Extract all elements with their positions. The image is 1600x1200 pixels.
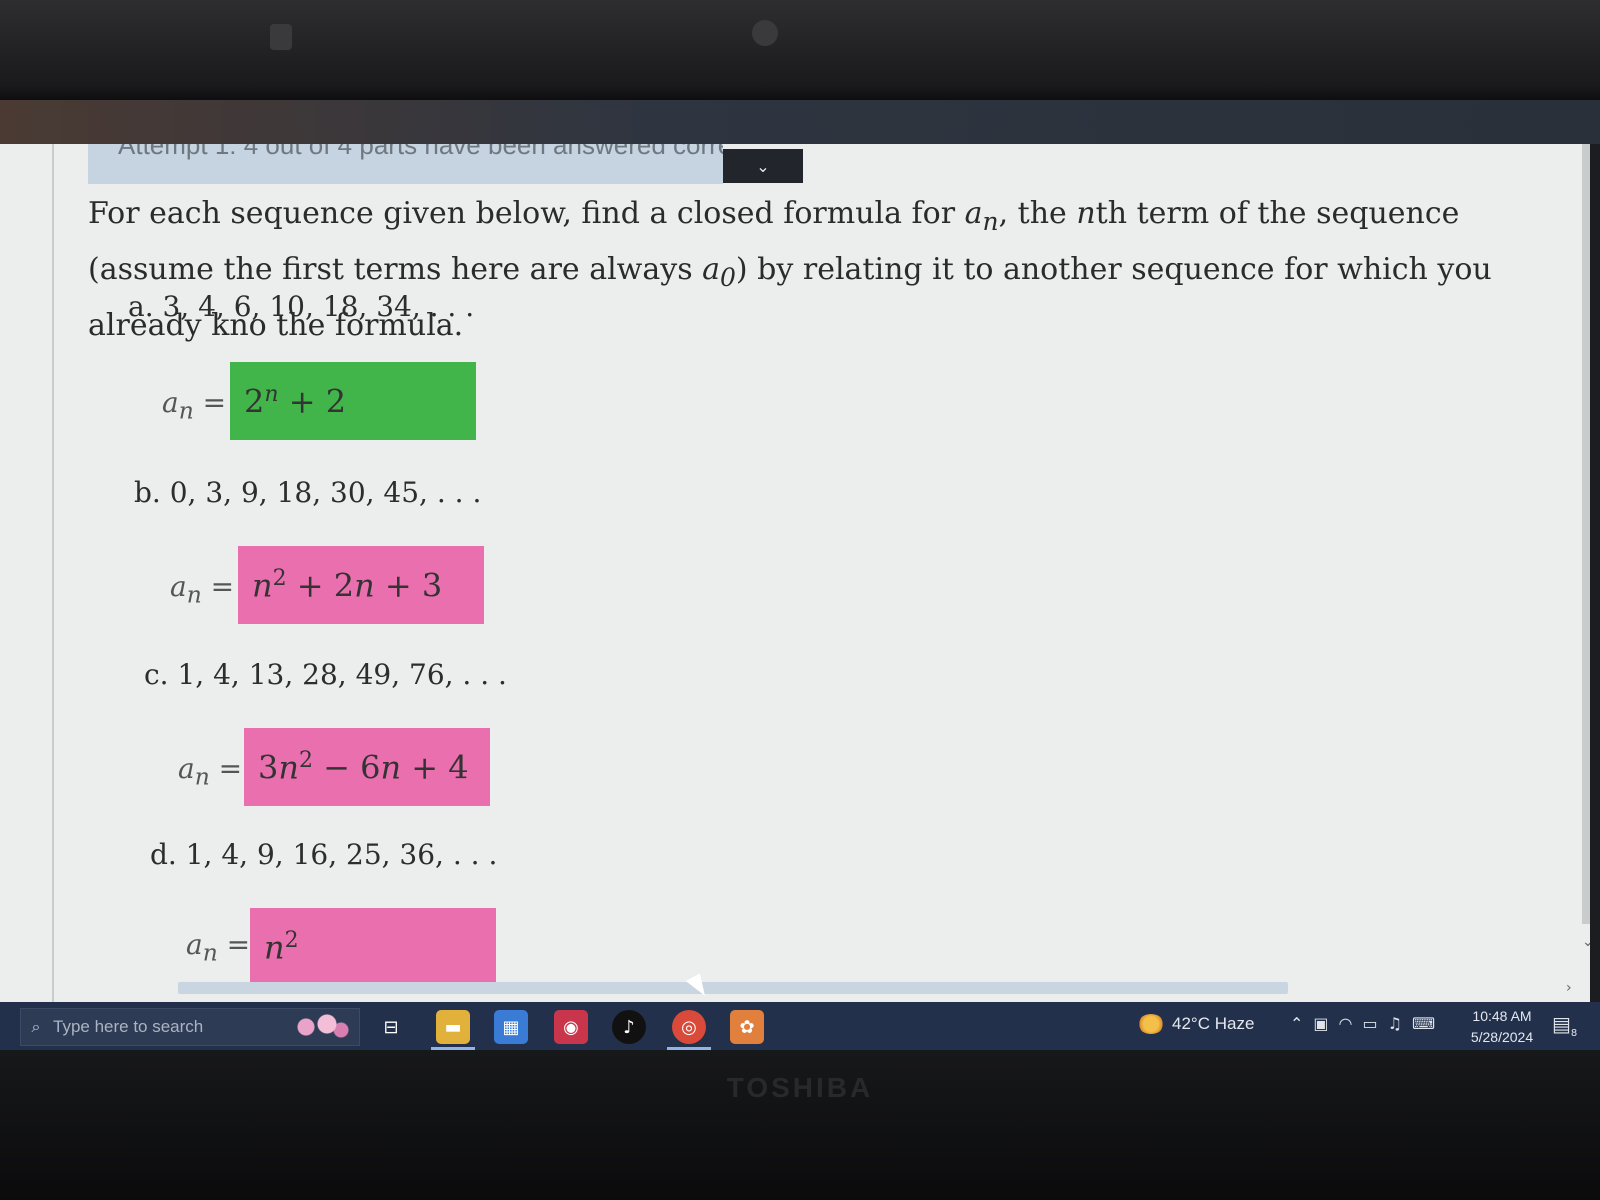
bezel-sensor-icon	[270, 24, 292, 50]
answer-expression: n2	[264, 927, 299, 967]
weather-text: 42°C Haze	[1172, 1014, 1255, 1033]
notification-glyph-icon: ▤	[1552, 1012, 1571, 1036]
attempt-status-banner[interactable]: Attempt 1: 4 out of 4 parts have been an…	[88, 144, 723, 184]
clock-time: 10:48 AM	[1472, 1008, 1532, 1024]
browser-top-bar	[0, 100, 1600, 144]
var-a-n: an	[964, 196, 999, 236]
clock-date: 5/28/2024	[1470, 1029, 1534, 1045]
taskbar-search-box[interactable]: ⌕	[20, 1008, 360, 1046]
vertical-scrollbar[interactable]	[1582, 144, 1590, 924]
part-b-answer-field[interactable]: n2 + 2n + 3	[238, 546, 484, 624]
chevron-down-icon: ⌄	[756, 156, 770, 176]
task-view-icon[interactable]: ⊟	[374, 1010, 408, 1044]
weather-widget[interactable]: 42°C Haze	[1138, 1014, 1254, 1034]
notification-count: 8	[1570, 1028, 1578, 1039]
store-icon[interactable]: ▦	[494, 1010, 528, 1044]
part-b-an-label: an =	[170, 570, 235, 609]
var-n: n	[1076, 196, 1096, 231]
scroll-down-icon[interactable]: ⌄	[1582, 934, 1590, 950]
part-c-answer-field[interactable]: 3n2 − 6n + 4	[244, 728, 490, 806]
camera-app-icon[interactable]: ◉	[554, 1010, 588, 1044]
question-text-part: , the	[998, 196, 1077, 231]
photos-icon[interactable]: ✿	[730, 1010, 764, 1044]
search-highlight-art	[285, 1012, 355, 1042]
part-a-an-label: an =	[162, 386, 227, 425]
tiktok-icon[interactable]: ♪	[612, 1010, 646, 1044]
part-d-sequence: d. 1, 4, 9, 16, 25, 36, . . .	[150, 838, 498, 871]
show-hidden-icons-icon[interactable]: ⌃	[1290, 1014, 1303, 1033]
file-explorer-icon[interactable]: ▬	[436, 1010, 470, 1044]
laptop-bezel-top	[0, 0, 1600, 100]
taskbar-clock[interactable]: 10:48 AM 5/28/2024	[1462, 1006, 1542, 1048]
var-a-0: a0	[702, 252, 736, 292]
laptop-brand-logo: TOSHIBA	[726, 1072, 874, 1103]
notification-center-icon[interactable]: ▤8	[1552, 1012, 1577, 1039]
keyboard-icon[interactable]: ⌨	[1412, 1014, 1435, 1033]
question-text-part: For each sequence given below, find a cl…	[88, 196, 965, 231]
windows-taskbar: ⌕ ⊟ ▬ ▦ ◉ ♪ ◎ ✿ 42°C Haze ⌃ ▣ ◠ ▭ ♫ ⌨ 10…	[0, 1002, 1600, 1050]
part-a-sequence: a. 3, 4, 6, 10, 18, 34, . . .	[128, 290, 475, 323]
part-d-an-label: an =	[186, 928, 251, 967]
part-b-sequence: b. 0, 3, 9, 18, 30, 45, . . .	[134, 476, 482, 509]
horizontal-scrollbar[interactable]	[178, 982, 1288, 994]
search-icon: ⌕	[31, 1017, 41, 1036]
battery-icon[interactable]: ▭	[1363, 1014, 1378, 1033]
part-a-answer-field[interactable]: 2n + 2	[230, 362, 476, 440]
answer-expression: 3n2 − 6n + 4	[258, 747, 469, 787]
part-c-an-label: an =	[178, 752, 243, 791]
part-c-sequence: c. 1, 4, 13, 28, 49, 76, . . .	[144, 658, 507, 691]
chrome-icon[interactable]: ◎	[672, 1010, 706, 1044]
wifi-icon[interactable]: ◠	[1339, 1014, 1353, 1033]
attempt-status-text: Attempt 1: 4 out of 4 parts have been an…	[118, 144, 723, 160]
content-left-border	[52, 144, 54, 1002]
system-tray: ⌃ ▣ ◠ ▭ ♫ ⌨	[1290, 1014, 1435, 1033]
taskbar-search-input[interactable]	[51, 1016, 255, 1038]
scroll-right-icon[interactable]: ›	[1566, 980, 1572, 996]
meet-now-icon[interactable]: ▣	[1313, 1014, 1328, 1033]
volume-icon[interactable]: ♫	[1388, 1014, 1402, 1033]
question-text: For each sequence given below, find a cl…	[88, 190, 1538, 350]
webpage-content: Attempt 1: 4 out of 4 parts have been an…	[0, 144, 1590, 1002]
bezel-camera-icon	[752, 20, 778, 46]
answer-expression: 2n + 2	[244, 381, 347, 421]
weather-haze-icon	[1138, 1014, 1164, 1034]
part-d-answer-field[interactable]: n2	[250, 908, 496, 986]
collapse-toggle-button[interactable]: ⌄	[723, 149, 803, 183]
answer-expression: n2 + 2n + 3	[252, 565, 443, 605]
